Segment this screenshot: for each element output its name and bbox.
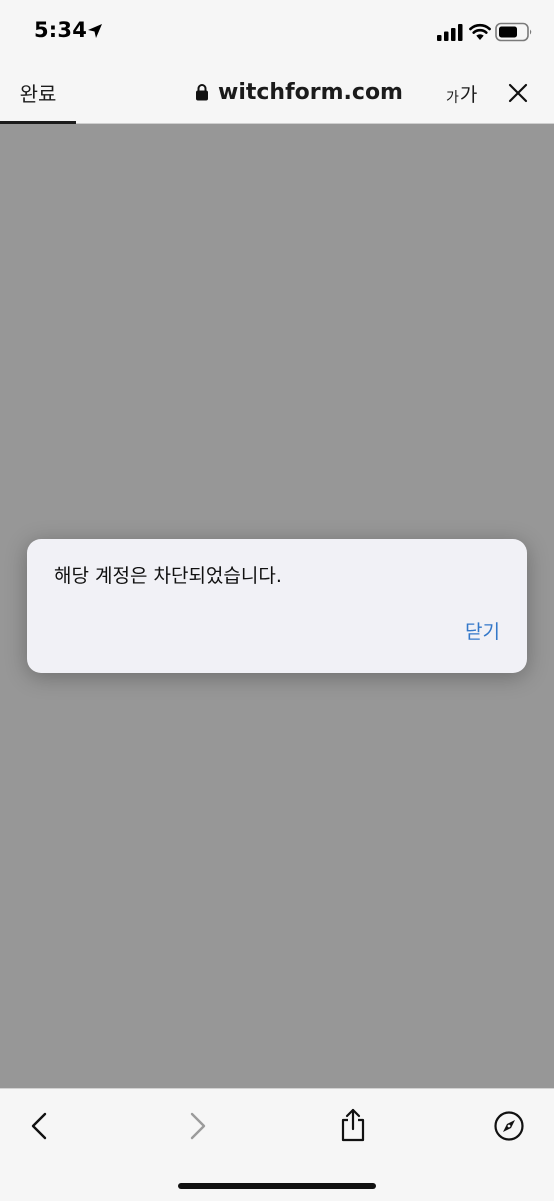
- wifi-icon: [469, 23, 491, 40]
- compass-icon: [494, 1111, 524, 1141]
- back-button[interactable]: [22, 1109, 56, 1143]
- lock-icon: [196, 84, 208, 101]
- location-arrow-icon: [88, 24, 102, 38]
- alert-message: 해당 계정은 차단되었습니다.: [54, 565, 282, 587]
- bottom-toolbar: [0, 1088, 554, 1201]
- alert-close-button[interactable]: 닫기: [465, 617, 500, 644]
- text-size-large: 가: [459, 84, 478, 106]
- done-button[interactable]: 완료: [0, 62, 76, 123]
- done-underline: [0, 121, 76, 124]
- forward-button[interactable]: [181, 1109, 215, 1143]
- status-time: 5:34: [34, 18, 88, 42]
- forward-icon: [190, 1112, 206, 1140]
- text-size-small: 가: [446, 90, 459, 106]
- domain-text: witchform.com: [218, 79, 403, 105]
- done-label: 완료: [19, 82, 57, 106]
- signal-icon: [437, 24, 463, 41]
- status-bar: 5:34: [0, 0, 554, 62]
- back-icon: [31, 1112, 47, 1140]
- share-button[interactable]: [336, 1107, 370, 1142]
- battery-icon: [495, 22, 532, 42]
- text-size-button[interactable]: 가 가: [446, 77, 477, 107]
- address-bar[interactable]: witchform.com: [195, 76, 403, 108]
- close-icon: [508, 83, 528, 103]
- share-icon: [341, 1108, 365, 1142]
- home-indicator: [178, 1183, 376, 1189]
- safari-button[interactable]: [492, 1109, 526, 1143]
- close-button[interactable]: [504, 79, 532, 107]
- alert-dialog: 해당 계정은 차단되었습니다. 닫기: [27, 539, 527, 673]
- browser-toolbar: 완료 witchform.com 가 가: [0, 62, 554, 124]
